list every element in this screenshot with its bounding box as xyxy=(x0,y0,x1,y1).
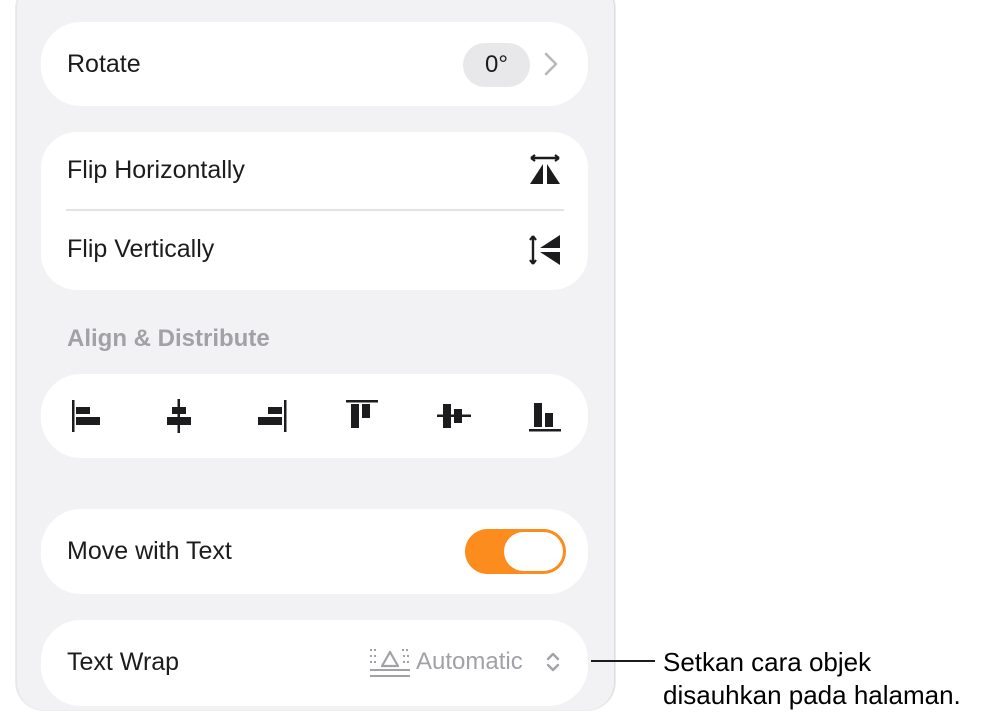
align-right-icon[interactable] xyxy=(253,398,289,434)
text-wrap-label: Text Wrap xyxy=(67,648,180,676)
flip-group: Flip Horizontally Flip Vertically xyxy=(41,132,588,290)
callout-text: Setkan cara objek disauhkan pada halaman… xyxy=(663,646,961,712)
flip-vertical-icon[interactable] xyxy=(529,233,563,272)
format-panel: Rotate 0° Flip Horizontally Flip Vertica… xyxy=(0,0,630,724)
align-section-title: Align & Distribute xyxy=(67,325,270,352)
align-top-icon[interactable] xyxy=(344,398,380,434)
rotate-row[interactable]: Rotate 0° xyxy=(41,22,588,106)
panel-background xyxy=(16,0,615,710)
text-wrap-row[interactable]: Text Wrap Automatic xyxy=(41,620,588,706)
toggle-knob xyxy=(504,532,563,571)
text-wrap-value: Automatic xyxy=(416,648,523,675)
rotate-label: Rotate xyxy=(67,50,141,78)
align-left-icon[interactable] xyxy=(70,398,106,434)
chevron-up-down-icon xyxy=(545,650,561,679)
move-with-text-row: Move with Text xyxy=(41,509,588,594)
align-center-icon[interactable] xyxy=(161,398,197,434)
callout-line-2: disauhkan pada halaman. xyxy=(663,680,961,710)
align-bottom-icon[interactable] xyxy=(527,398,563,434)
rotate-value-field[interactable]: 0° xyxy=(463,43,530,87)
callout-line-1: Setkan cara objek xyxy=(663,647,872,677)
flip-vertical-label: Flip Vertically xyxy=(67,235,215,263)
move-with-text-toggle[interactable] xyxy=(465,529,566,574)
flip-vertical-row[interactable]: Flip Vertically xyxy=(41,211,588,290)
callout-leader-line xyxy=(591,660,655,662)
align-toolbar xyxy=(41,374,588,458)
flip-horizontal-label: Flip Horizontally xyxy=(67,156,245,184)
text-wrap-automatic-icon xyxy=(369,646,411,683)
flip-horizontal-icon[interactable] xyxy=(528,154,562,191)
align-middle-icon[interactable] xyxy=(436,398,472,434)
flip-horizontal-row[interactable]: Flip Horizontally xyxy=(41,132,588,210)
chevron-right-icon[interactable] xyxy=(544,52,558,81)
move-with-text-label: Move with Text xyxy=(67,537,232,565)
